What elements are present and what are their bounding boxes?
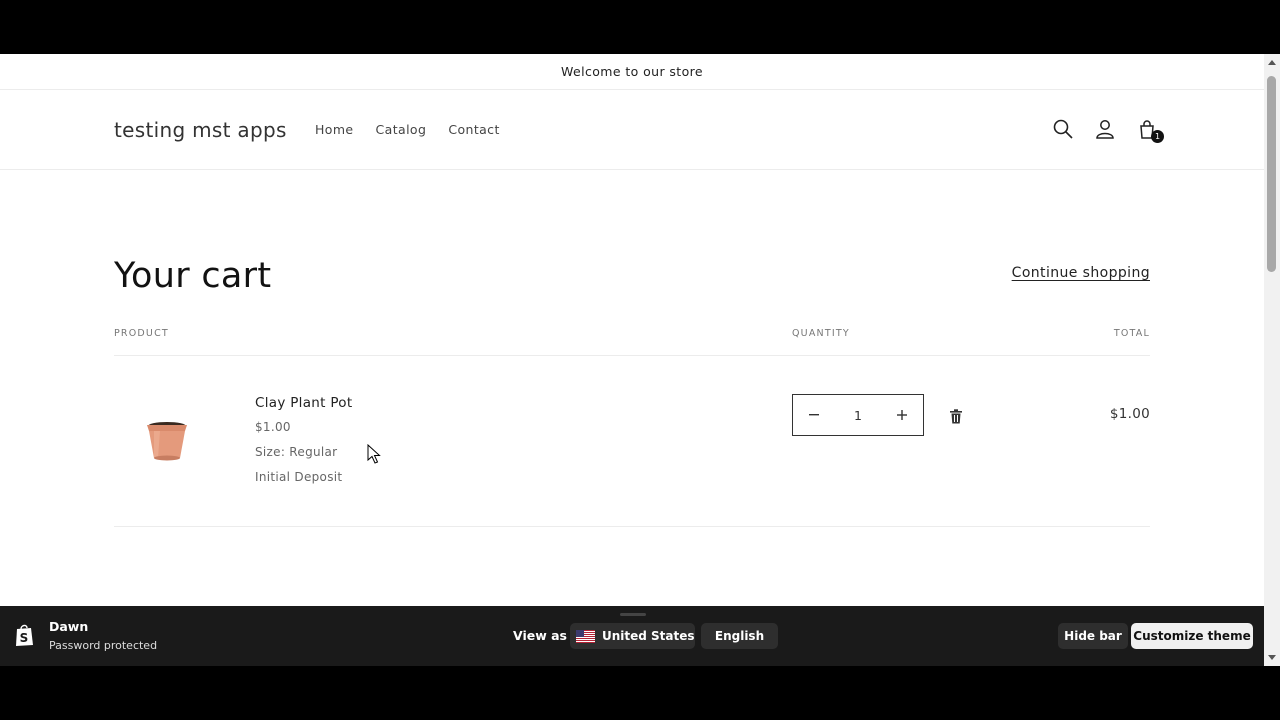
customize-theme-button[interactable]: Customize theme	[1131, 623, 1253, 649]
search-icon[interactable]	[1052, 118, 1074, 140]
nav-item-home[interactable]: Home	[315, 122, 354, 137]
nav-item-catalog[interactable]: Catalog	[376, 122, 427, 137]
scroll-down-icon[interactable]	[1268, 655, 1276, 660]
clay-pot-image[interactable]	[114, 389, 220, 465]
continue-shopping-link[interactable]: Continue shopping	[1012, 265, 1150, 281]
scroll-up-icon[interactable]	[1268, 60, 1276, 65]
announcement-text: Welcome to our store	[561, 64, 703, 79]
trash-icon[interactable]	[949, 409, 963, 424]
site-header: testing mst apps Home Catalog Contact 1	[0, 90, 1264, 170]
language-label: English	[714, 629, 765, 643]
page-title: Your cart	[114, 256, 272, 296]
nav-item-contact[interactable]: Contact	[448, 122, 499, 137]
product-variant-size: Size: Regular	[255, 445, 338, 459]
main-nav: Home Catalog Contact	[315, 122, 500, 137]
svg-text:S: S	[20, 631, 29, 645]
column-header-product: PRODUCT	[114, 328, 169, 339]
country-label: United States	[602, 629, 695, 643]
quantity-input[interactable]: 1	[854, 408, 862, 423]
plus-icon	[896, 410, 907, 420]
minus-icon	[809, 414, 819, 416]
cart-count-badge: 1	[1151, 130, 1164, 143]
cart-icon[interactable]: 1	[1136, 118, 1164, 143]
store-status: Password protected	[49, 639, 158, 652]
product-selling-plan: Initial Deposit	[255, 470, 343, 484]
preview-bar-handle[interactable]	[620, 613, 646, 616]
language-selector[interactable]: English	[701, 623, 778, 649]
theme-name: Dawn	[49, 619, 89, 634]
us-flag-icon	[576, 629, 595, 643]
quantity-stepper: 1	[792, 394, 924, 436]
product-name[interactable]: Clay Plant Pot	[255, 395, 352, 411]
store-logo[interactable]: testing mst apps	[114, 118, 287, 142]
theme-preview-bar: S Dawn Password protected View as United…	[0, 606, 1264, 666]
announcement-bar: Welcome to our store	[0, 54, 1264, 90]
view-as-label: View as	[513, 628, 567, 643]
line-item-total: $1.00	[1109, 406, 1150, 422]
column-header-total: TOTAL	[1113, 328, 1150, 339]
hide-bar-button[interactable]: Hide bar	[1058, 623, 1128, 649]
country-selector[interactable]: United States	[570, 623, 695, 649]
item-divider	[114, 526, 1150, 527]
header-icons: 1	[1052, 118, 1164, 143]
header-divider	[114, 355, 1150, 356]
product-price: $1.00	[255, 420, 291, 434]
increase-quantity-button[interactable]	[881, 395, 923, 435]
storefront-viewport: Welcome to our store testing mst apps Ho…	[0, 54, 1264, 666]
mouse-cursor-icon	[367, 443, 381, 464]
account-icon[interactable]	[1094, 118, 1116, 140]
scroll-thumb[interactable]	[1267, 76, 1276, 272]
decrease-quantity-button[interactable]	[793, 395, 835, 435]
column-header-quantity: QUANTITY	[792, 328, 850, 339]
page-scrollbar[interactable]	[1264, 54, 1280, 666]
shopify-bag-icon: S	[14, 623, 36, 647]
